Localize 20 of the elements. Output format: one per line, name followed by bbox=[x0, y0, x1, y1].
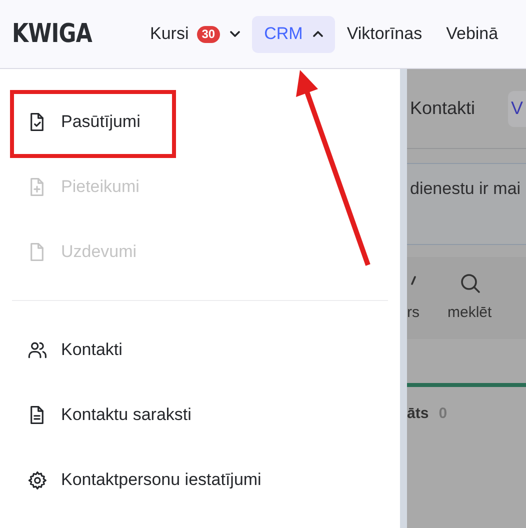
people-icon bbox=[27, 340, 47, 360]
toolbar-button[interactable]: meklēt bbox=[448, 272, 492, 324]
nav-tab[interactable]: Kursi 30 bbox=[138, 16, 252, 52]
page-button[interactable]: V bbox=[508, 90, 526, 126]
toolbar-button[interactable]: rs bbox=[407, 272, 420, 324]
nav-tab[interactable]: CRM bbox=[252, 16, 335, 52]
logo[interactable]: KWIGA bbox=[12, 14, 91, 54]
count-badge: 30 bbox=[196, 26, 220, 42]
tab-label: āts bbox=[407, 404, 429, 424]
page-title: Kontakti bbox=[410, 97, 476, 120]
menu-item[interactable]: Kontaktpersonu iestatījumi bbox=[0, 447, 400, 512]
gear-icon bbox=[27, 470, 47, 490]
menu-item[interactable]: Pasūtījumi bbox=[0, 89, 400, 154]
nav-tab[interactable]: Vebinā bbox=[434, 16, 510, 52]
menu-item[interactable]: Kontakti bbox=[0, 317, 400, 382]
search-icon bbox=[458, 272, 481, 294]
notice-text: dienestu ir mai bbox=[410, 179, 521, 198]
nav-tab[interactable]: Viktorīnas bbox=[334, 16, 434, 52]
menu-item[interactable]: Kontaktu saraksti bbox=[0, 382, 400, 447]
scrollbar[interactable] bbox=[400, 69, 407, 528]
